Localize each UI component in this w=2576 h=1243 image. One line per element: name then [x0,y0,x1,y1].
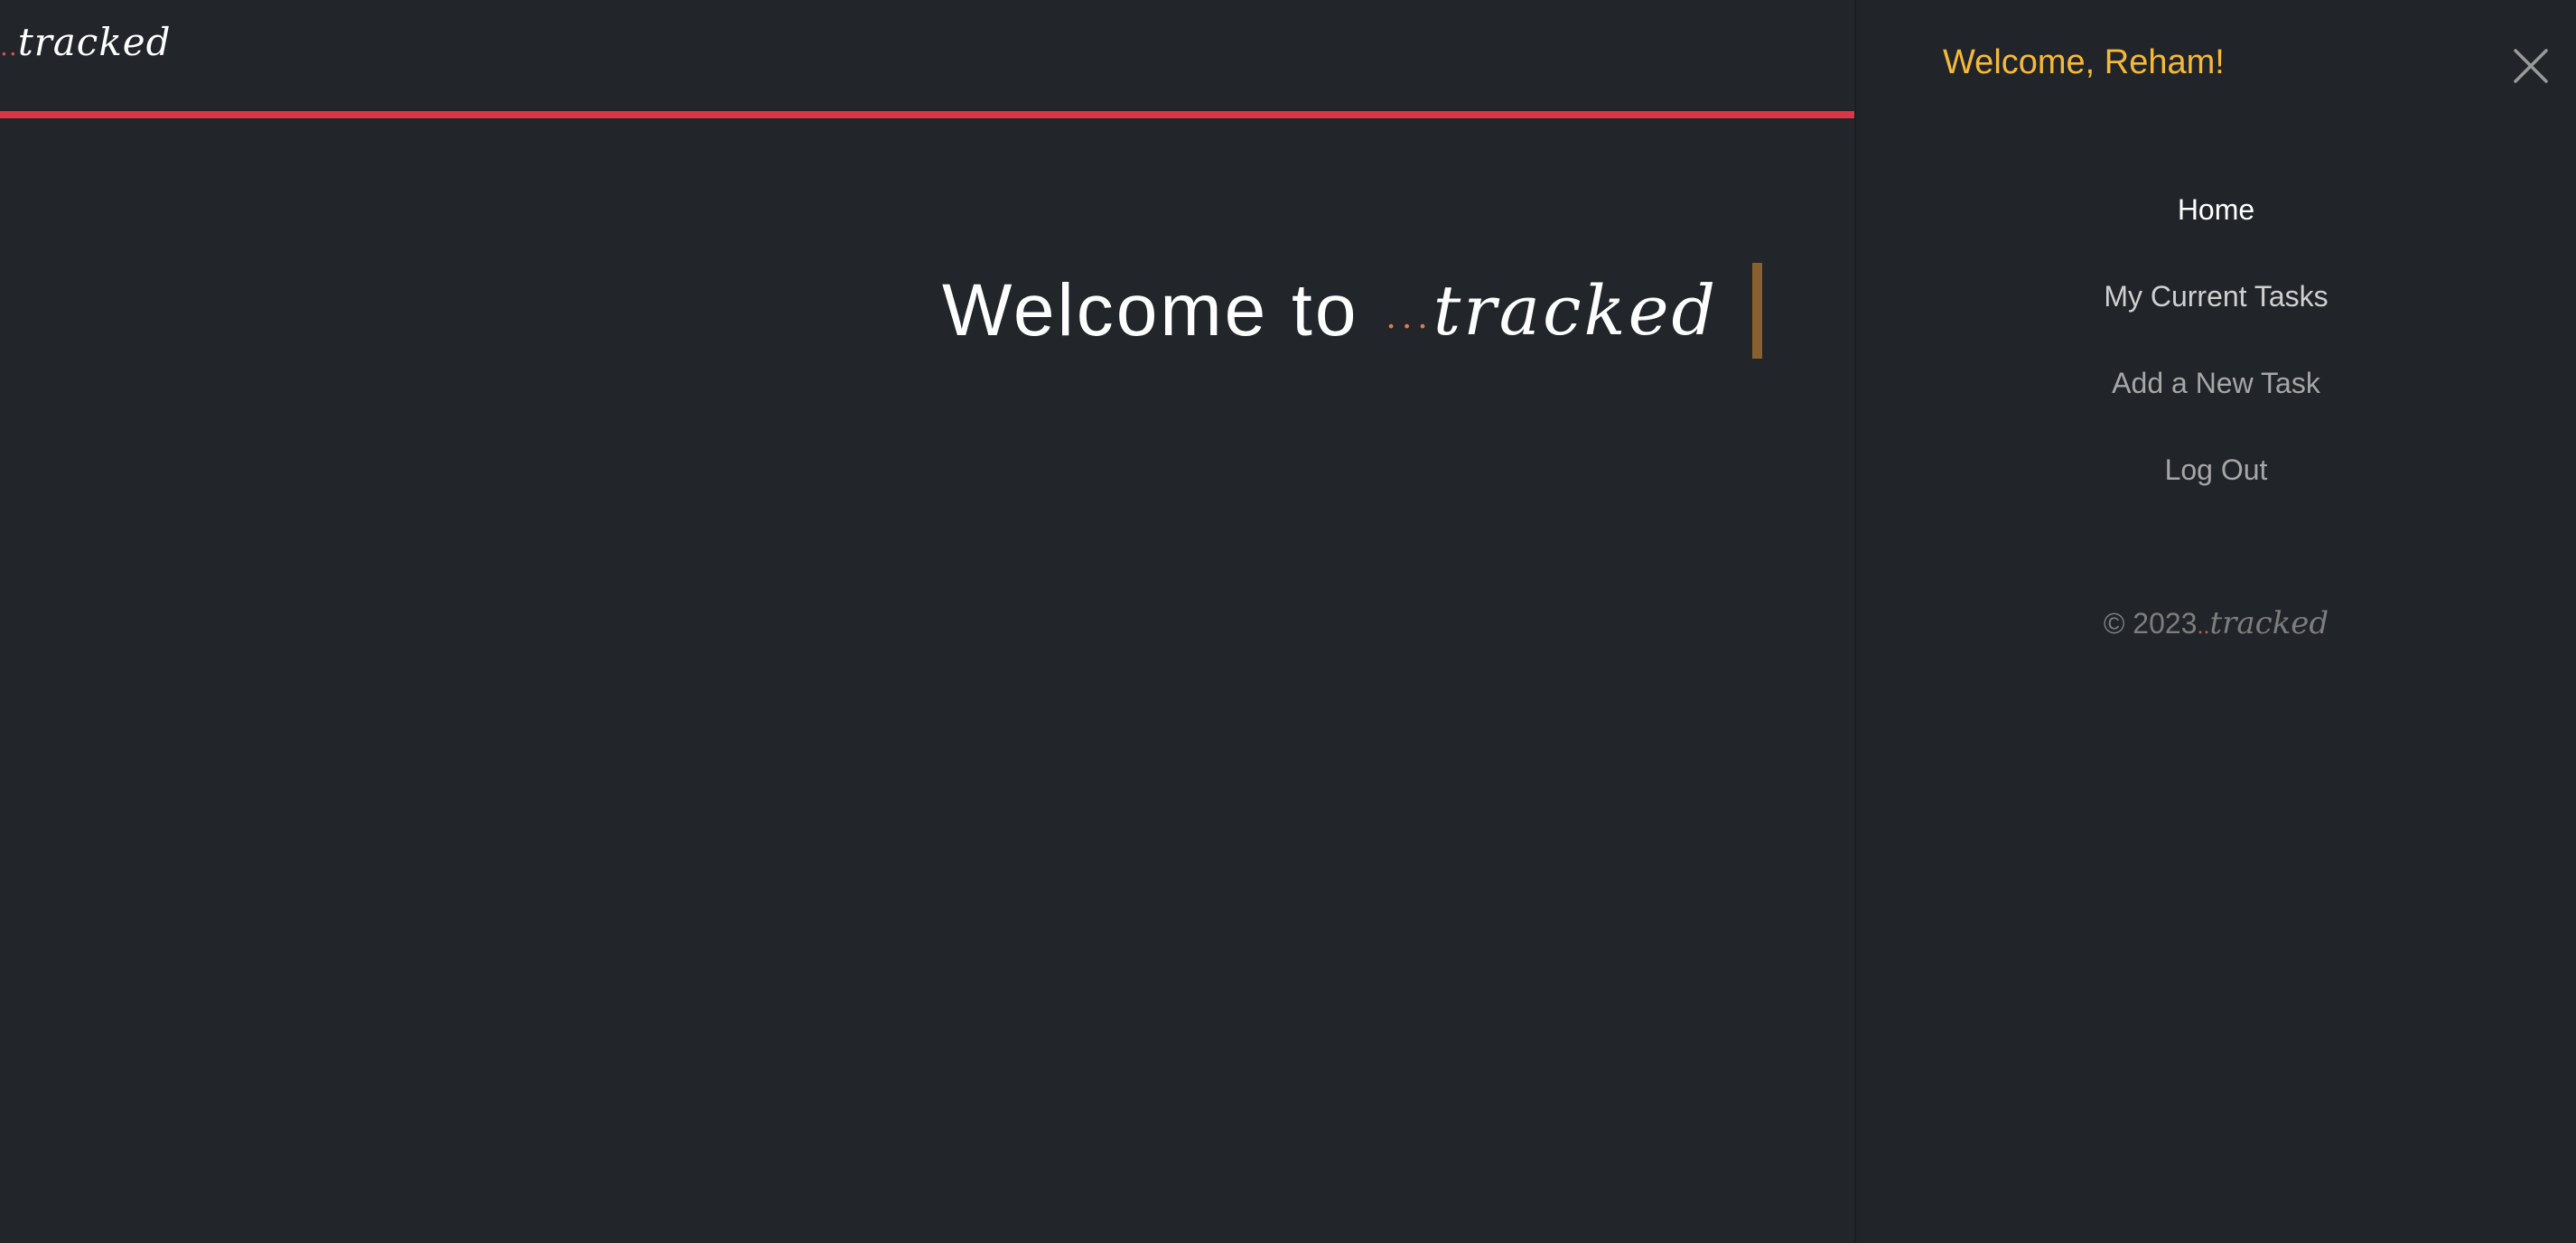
sidebar-copyright: © 2023..tracked [1856,605,2576,641]
hero-heading: Welcome to ... tracked [942,260,1763,361]
copyright-brand-dots: .. [2197,616,2210,639]
close-icon [2514,49,2548,83]
nav-item-add-task[interactable]: Add a New Task [1856,354,2576,441]
brand-logo-word: tracked [17,20,172,64]
offcanvas-sidebar: Welcome, Reham! Home My Current Tasks Ad… [1854,0,2576,1243]
hero-prefix: Welcome to [942,269,1359,351]
sidebar-nav: Home My Current Tasks Add a New Task Log… [1856,181,2576,528]
brand-logo[interactable]: .. tracked [0,20,172,74]
copyright-text: © 2023 [2103,607,2198,640]
header-accent-rule [0,111,1854,118]
nav-item-current-tasks[interactable]: My Current Tasks [1856,267,2576,354]
brand-logo-dots: .. [0,32,18,61]
main-content: .. tracked Welcome to ... tracked [0,0,1854,1243]
sidebar-greeting: Welcome, Reham! [1943,43,2225,81]
nav-item-log-out[interactable]: Log Out [1856,441,2576,528]
nav-item-home[interactable]: Home [1856,181,2576,267]
hero-brand-word: tracked [1433,270,1719,350]
app-page: .. tracked Welcome to ... tracked Welcom… [0,0,2576,1243]
close-button[interactable] [2512,47,2550,85]
copyright-brand-word: tracked [2209,605,2329,641]
typing-cursor [1752,263,1763,359]
hero-brand-dots: ... [1386,299,1433,336]
